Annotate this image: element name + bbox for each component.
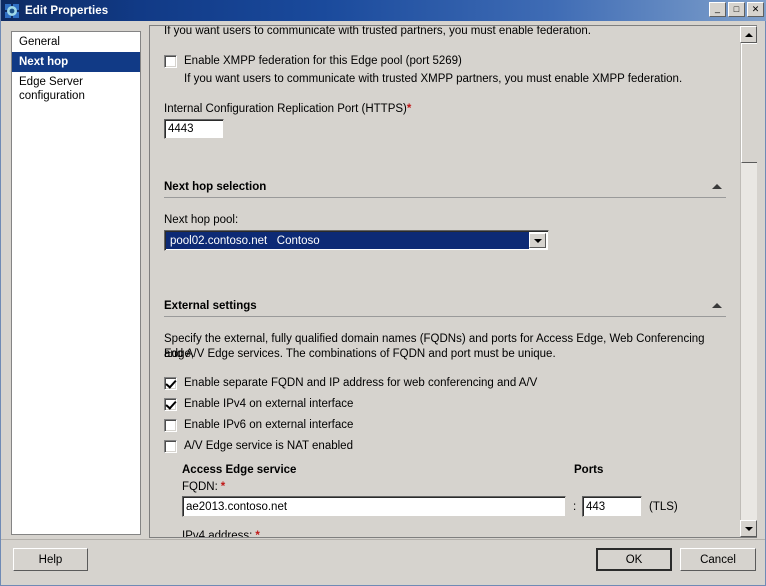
ipv4-address-label-text: IPv4 address: — [182, 530, 253, 538]
port-protocol-label: (TLS) — [649, 501, 678, 513]
ipv4-address-label: IPv4 address: * — [182, 529, 260, 538]
separate-fqdn-checkbox[interactable] — [164, 377, 177, 390]
server-gear-icon — [4, 3, 20, 19]
enable-ipv6-checkbox[interactable] — [164, 419, 177, 432]
external-settings-title: External settings — [164, 300, 257, 312]
enable-ipv4-checkbox-row[interactable]: Enable IPv4 on external interface — [164, 397, 684, 412]
replication-port-label: Internal Configuration Replication Port … — [164, 102, 411, 117]
replication-port-required-asterisk: * — [406, 103, 412, 115]
chevron-up-icon[interactable] — [712, 183, 722, 189]
ipv4-address-required-asterisk: * — [255, 530, 260, 538]
access-edge-fqdn-input[interactable]: ae2013.contoso.net — [182, 496, 566, 517]
av-edge-nat-checkbox-row[interactable]: A/V Edge service is NAT enabled — [164, 439, 684, 454]
ports-column-header: Ports — [574, 464, 604, 476]
scroll-up-arrow-icon[interactable] — [740, 26, 757, 43]
xmpp-federation-label: Enable XMPP federation for this Edge poo… — [184, 55, 462, 67]
xmpp-federation-checkbox[interactable] — [164, 55, 177, 68]
port-separator: : — [573, 501, 577, 513]
enable-ipv6-checkbox-row[interactable]: Enable IPv6 on external interface — [164, 418, 684, 433]
chevron-down-icon[interactable] — [529, 233, 546, 248]
fqdn-label-text: FQDN: — [182, 481, 218, 493]
window-controls: _ □ ✕ — [709, 2, 764, 17]
help-button[interactable]: Help — [13, 548, 88, 571]
enable-ipv4-label: Enable IPv4 on external interface — [184, 398, 354, 410]
replication-port-label-text: Internal Configuration Replication Port … — [164, 103, 407, 115]
sidebar-item-general[interactable]: General — [12, 32, 140, 52]
external-settings-section-header[interactable]: External settings — [164, 300, 726, 317]
close-button[interactable]: ✕ — [747, 2, 764, 17]
maximize-button[interactable]: □ — [728, 2, 745, 17]
sidebar-item-edge-server-configuration[interactable]: Edge Server configuration — [12, 72, 140, 106]
settings-content: If you want users to communicate with tr… — [150, 26, 741, 537]
dialog-footer: Help OK Cancel — [1, 539, 765, 585]
external-settings-description-line2: and A/V Edge services. The combinations … — [164, 348, 556, 360]
ok-button[interactable]: OK — [596, 548, 672, 571]
next-hop-selection-title: Next hop selection — [164, 181, 267, 193]
settings-vertical-scrollbar[interactable] — [740, 26, 757, 537]
fqdn-label: FQDN: * — [182, 480, 225, 495]
federation-help-text-truncated: If you want users to communicate with tr… — [164, 25, 591, 37]
settings-scroll-panel: If you want users to communicate with tr… — [149, 25, 757, 538]
chevron-up-icon[interactable] — [712, 302, 722, 308]
enable-ipv6-label: Enable IPv6 on external interface — [184, 419, 354, 431]
xmpp-federation-help-text: If you want users to communicate with tr… — [184, 73, 683, 85]
access-edge-service-title: Access Edge service — [182, 464, 297, 476]
next-hop-pool-label: Next hop pool: — [164, 214, 239, 226]
page-navigation-list[interactable]: General Next hop Edge Server configurati… — [11, 31, 141, 535]
cancel-button[interactable]: Cancel — [680, 548, 756, 571]
minimize-icon: _ — [714, 3, 720, 13]
av-edge-nat-checkbox[interactable] — [164, 440, 177, 453]
close-icon: ✕ — [751, 4, 760, 14]
next-hop-pool-selected-value: pool02.contoso.net Contoso — [166, 232, 529, 249]
access-edge-port-input[interactable]: 443 — [582, 496, 642, 517]
edit-properties-dialog: Edit Properties _ □ ✕ General Next hop E… — [0, 0, 766, 586]
maximize-icon: □ — [733, 4, 740, 14]
title-bar: Edit Properties _ □ ✕ — [1, 0, 766, 21]
replication-port-input[interactable]: 4443 — [164, 119, 224, 139]
xmpp-federation-checkbox-row[interactable]: Enable XMPP federation for this Edge poo… — [164, 54, 724, 69]
scrollbar-track[interactable] — [740, 43, 757, 520]
next-hop-selection-section-header[interactable]: Next hop selection — [164, 181, 726, 198]
minimize-button[interactable]: _ — [709, 2, 726, 17]
replication-port-value: 4443 — [168, 123, 194, 135]
next-hop-pool-dropdown[interactable]: pool02.contoso.net Contoso — [164, 230, 549, 251]
access-edge-port-value: 443 — [586, 500, 606, 513]
av-edge-nat-label: A/V Edge service is NAT enabled — [184, 440, 353, 452]
fqdn-required-asterisk: * — [220, 481, 226, 493]
window-title: Edit Properties — [25, 4, 109, 17]
access-edge-fqdn-value: ae2013.contoso.net — [186, 500, 288, 513]
separate-fqdn-checkbox-row[interactable]: Enable separate FQDN and IP address for … — [164, 376, 684, 391]
sidebar-item-next-hop[interactable]: Next hop — [12, 52, 140, 72]
scroll-down-arrow-icon[interactable] — [740, 520, 757, 537]
scrollbar-thumb[interactable] — [741, 43, 757, 163]
separate-fqdn-label: Enable separate FQDN and IP address for … — [184, 377, 538, 389]
enable-ipv4-checkbox[interactable] — [164, 398, 177, 411]
